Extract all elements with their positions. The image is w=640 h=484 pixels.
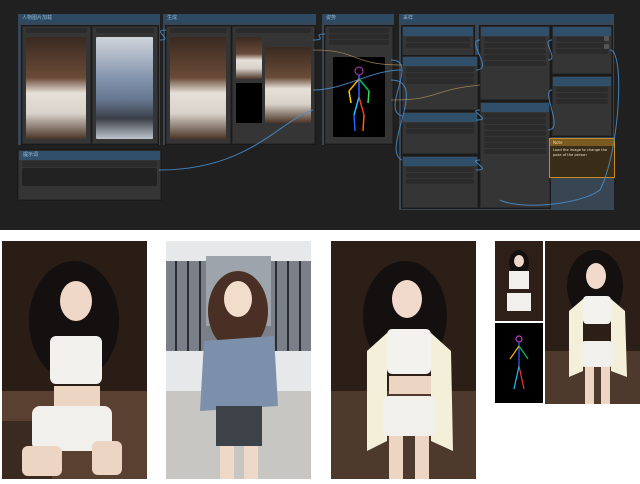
gallery-image-2 [166, 241, 311, 479]
node-canvas[interactable]: 人物图片加载 生成 姿势 采样 Note Load the image to c… [0, 0, 640, 230]
zoom-in-button[interactable] [604, 36, 609, 41]
portrait-image [331, 241, 476, 479]
connection-wires [158, 29, 620, 206]
portrait-image [166, 241, 311, 479]
zoom-out-button[interactable] [604, 44, 609, 49]
portrait-image [2, 241, 147, 479]
gallery-image-4 [495, 241, 640, 404]
gallery-image-3 [331, 241, 476, 479]
gallery-image-1 [2, 241, 147, 479]
comparison-image [495, 241, 640, 404]
